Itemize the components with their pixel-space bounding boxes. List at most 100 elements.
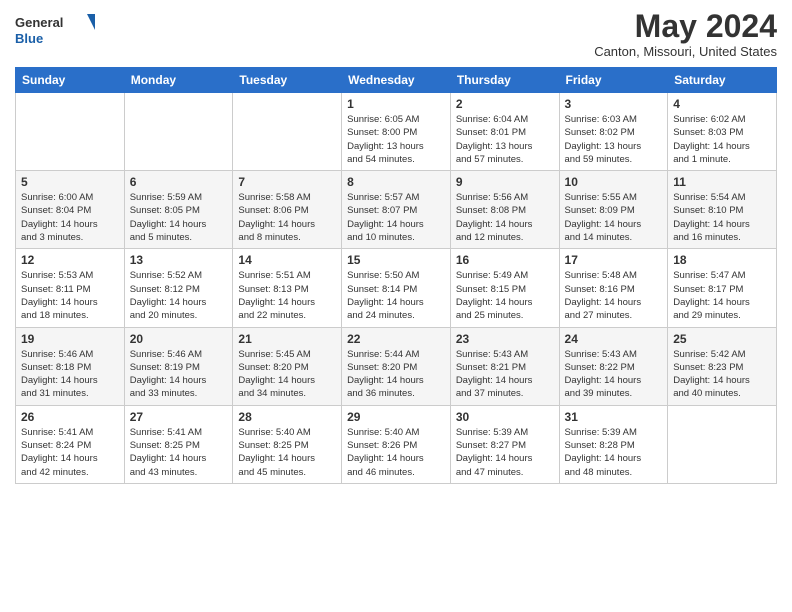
table-row: 19 Sunrise: 5:46 AMSunset: 8:18 PMDayligh… [16, 327, 125, 405]
table-row [668, 405, 777, 483]
day-info: Sunrise: 5:43 AMSunset: 8:22 PMDaylight:… [565, 348, 663, 401]
day-info: Sunrise: 6:02 AMSunset: 8:03 PMDaylight:… [673, 113, 771, 166]
header-saturday: Saturday [668, 68, 777, 93]
day-info: Sunrise: 5:53 AMSunset: 8:11 PMDaylight:… [21, 269, 119, 322]
table-row: 11 Sunrise: 5:54 AMSunset: 8:10 PMDayligh… [668, 171, 777, 249]
table-row: 31 Sunrise: 5:39 AMSunset: 8:28 PMDayligh… [559, 405, 668, 483]
table-row: 20 Sunrise: 5:46 AMSunset: 8:19 PMDayligh… [124, 327, 233, 405]
day-info: Sunrise: 5:57 AMSunset: 8:07 PMDaylight:… [347, 191, 445, 244]
day-info: Sunrise: 5:41 AMSunset: 8:24 PMDaylight:… [21, 426, 119, 479]
day-number: 1 [347, 97, 445, 111]
day-info: Sunrise: 5:46 AMSunset: 8:19 PMDaylight:… [130, 348, 228, 401]
table-row: 8 Sunrise: 5:57 AMSunset: 8:07 PMDaylight… [342, 171, 451, 249]
table-row: 28 Sunrise: 5:40 AMSunset: 8:25 PMDayligh… [233, 405, 342, 483]
table-row: 16 Sunrise: 5:49 AMSunset: 8:15 PMDayligh… [450, 249, 559, 327]
week-row-3: 12 Sunrise: 5:53 AMSunset: 8:11 PMDayligh… [16, 249, 777, 327]
day-number: 5 [21, 175, 119, 189]
day-info: Sunrise: 5:58 AMSunset: 8:06 PMDaylight:… [238, 191, 336, 244]
table-row: 6Sunrise: 5:59 AMSunset: 8:05 PMDaylight… [124, 171, 233, 249]
header-thursday: Thursday [450, 68, 559, 93]
svg-text:Blue: Blue [15, 31, 43, 46]
day-number: 17 [565, 253, 663, 267]
day-number: 10 [565, 175, 663, 189]
header-tuesday: Tuesday [233, 68, 342, 93]
svg-text:General: General [15, 15, 63, 30]
table-row: 24Sunrise: 5:43 AMSunset: 8:22 PMDayligh… [559, 327, 668, 405]
day-info: Sunrise: 5:39 AMSunset: 8:28 PMDaylight:… [565, 426, 663, 479]
day-number: 9 [456, 175, 554, 189]
header-sunday: Sunday [16, 68, 125, 93]
day-number: 28 [238, 410, 336, 424]
day-info: Sunrise: 5:44 AMSunset: 8:20 PMDaylight:… [347, 348, 445, 401]
table-row: 3 Sunrise: 6:03 AMSunset: 8:02 PMDaylight… [559, 93, 668, 171]
calendar: Sunday Monday Tuesday Wednesday Thursday… [15, 67, 777, 484]
day-number: 14 [238, 253, 336, 267]
day-number: 21 [238, 332, 336, 346]
day-number: 26 [21, 410, 119, 424]
table-row: 14 Sunrise: 5:51 AMSunset: 8:13 PMDayligh… [233, 249, 342, 327]
table-row: 13 Sunrise: 5:52 AMSunset: 8:12 PMDayligh… [124, 249, 233, 327]
day-number: 23 [456, 332, 554, 346]
day-info: Sunrise: 5:52 AMSunset: 8:12 PMDaylight:… [130, 269, 228, 322]
day-number: 3 [565, 97, 663, 111]
day-info: Sunrise: 5:41 AMSunset: 8:25 PMDaylight:… [130, 426, 228, 479]
day-number: 19 [21, 332, 119, 346]
week-row-4: 19 Sunrise: 5:46 AMSunset: 8:18 PMDayligh… [16, 327, 777, 405]
table-row: 27Sunrise: 5:41 AMSunset: 8:25 PMDayligh… [124, 405, 233, 483]
day-number: 11 [673, 175, 771, 189]
table-row: 1 Sunrise: 6:05 AMSunset: 8:00 PMDaylight… [342, 93, 451, 171]
header-monday: Monday [124, 68, 233, 93]
day-number: 8 [347, 175, 445, 189]
week-row-5: 26 Sunrise: 5:41 AMSunset: 8:24 PMDayligh… [16, 405, 777, 483]
header: General Blue May 2024 Canton, Missouri, … [15, 10, 777, 59]
day-number: 13 [130, 253, 228, 267]
table-row: 22 Sunrise: 5:44 AMSunset: 8:20 PMDayligh… [342, 327, 451, 405]
day-number: 31 [565, 410, 663, 424]
day-info: Sunrise: 5:54 AMSunset: 8:10 PMDaylight:… [673, 191, 771, 244]
day-number: 20 [130, 332, 228, 346]
table-row: 23Sunrise: 5:43 AMSunset: 8:21 PMDayligh… [450, 327, 559, 405]
day-info: Sunrise: 5:40 AMSunset: 8:25 PMDaylight:… [238, 426, 336, 479]
day-number: 30 [456, 410, 554, 424]
day-number: 25 [673, 332, 771, 346]
day-info: Sunrise: 5:45 AMSunset: 8:20 PMDaylight:… [238, 348, 336, 401]
header-wednesday: Wednesday [342, 68, 451, 93]
day-info: Sunrise: 5:48 AMSunset: 8:16 PMDaylight:… [565, 269, 663, 322]
day-info: Sunrise: 5:39 AMSunset: 8:27 PMDaylight:… [456, 426, 554, 479]
day-info: Sunrise: 5:49 AMSunset: 8:15 PMDaylight:… [456, 269, 554, 322]
day-number: 6 [130, 175, 228, 189]
table-row: 12 Sunrise: 5:53 AMSunset: 8:11 PMDayligh… [16, 249, 125, 327]
location: Canton, Missouri, United States [594, 44, 777, 59]
table-row: 7 Sunrise: 5:58 AMSunset: 8:06 PMDaylight… [233, 171, 342, 249]
day-info: Sunrise: 5:56 AMSunset: 8:08 PMDaylight:… [456, 191, 554, 244]
day-number: 22 [347, 332, 445, 346]
table-row: 29Sunrise: 5:40 AMSunset: 8:26 PMDayligh… [342, 405, 451, 483]
header-friday: Friday [559, 68, 668, 93]
day-info: Sunrise: 6:04 AMSunset: 8:01 PMDaylight:… [456, 113, 554, 166]
day-number: 7 [238, 175, 336, 189]
day-info: Sunrise: 6:03 AMSunset: 8:02 PMDaylight:… [565, 113, 663, 166]
day-number: 18 [673, 253, 771, 267]
day-info: Sunrise: 5:42 AMSunset: 8:23 PMDaylight:… [673, 348, 771, 401]
day-number: 4 [673, 97, 771, 111]
day-number: 15 [347, 253, 445, 267]
title-block: May 2024 Canton, Missouri, United States [594, 10, 777, 59]
week-row-1: 1 Sunrise: 6:05 AMSunset: 8:00 PMDaylight… [16, 93, 777, 171]
month-title: May 2024 [594, 10, 777, 42]
day-number: 16 [456, 253, 554, 267]
day-info: Sunrise: 5:46 AMSunset: 8:18 PMDaylight:… [21, 348, 119, 401]
day-info: Sunrise: 5:55 AMSunset: 8:09 PMDaylight:… [565, 191, 663, 244]
table-row [16, 93, 125, 171]
table-row: 15 Sunrise: 5:50 AMSunset: 8:14 PMDayligh… [342, 249, 451, 327]
week-row-2: 5 Sunrise: 6:00 AMSunset: 8:04 PMDaylight… [16, 171, 777, 249]
day-number: 12 [21, 253, 119, 267]
logo: General Blue [15, 10, 95, 50]
table-row: 21 Sunrise: 5:45 AMSunset: 8:20 PMDayligh… [233, 327, 342, 405]
day-info: Sunrise: 6:00 AMSunset: 8:04 PMDaylight:… [21, 191, 119, 244]
day-info: Sunrise: 5:50 AMSunset: 8:14 PMDaylight:… [347, 269, 445, 322]
day-info: Sunrise: 5:51 AMSunset: 8:13 PMDaylight:… [238, 269, 336, 322]
table-row: 9 Sunrise: 5:56 AMSunset: 8:08 PMDaylight… [450, 171, 559, 249]
weekday-header-row: Sunday Monday Tuesday Wednesday Thursday… [16, 68, 777, 93]
table-row: 4 Sunrise: 6:02 AMSunset: 8:03 PMDaylight… [668, 93, 777, 171]
day-info: Sunrise: 6:05 AMSunset: 8:00 PMDaylight:… [347, 113, 445, 166]
